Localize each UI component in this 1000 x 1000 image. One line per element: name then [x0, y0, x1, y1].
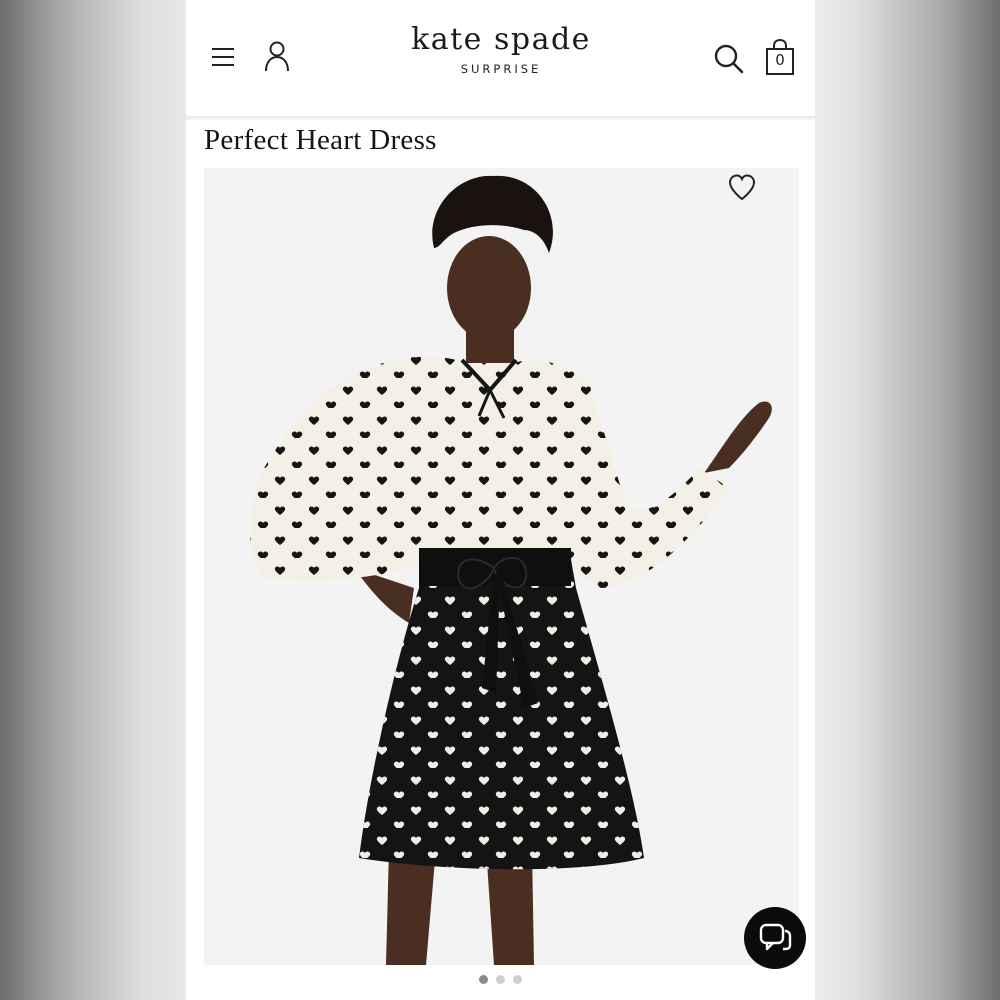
- brand-subtitle: SURPRISE: [460, 62, 542, 76]
- search-button[interactable]: [711, 41, 747, 77]
- menu-icon: [212, 48, 234, 66]
- brand-name: kate spade: [411, 22, 591, 57]
- pagination-dot-2[interactable]: [496, 975, 505, 984]
- bag-count: 0: [775, 51, 785, 69]
- chat-button[interactable]: [744, 907, 806, 969]
- pagination-dot-3[interactable]: [513, 975, 522, 984]
- account-icon: [265, 41, 289, 72]
- chat-icon: [759, 923, 792, 951]
- product-title: Perfect Heart Dress: [204, 124, 437, 156]
- product-image[interactable]: [204, 168, 799, 965]
- brand-logo[interactable]: kate spade SURPRISE: [376, 22, 626, 76]
- favorite-button[interactable]: [724, 171, 760, 203]
- menu-button[interactable]: [206, 40, 240, 74]
- pagination-dot-1[interactable]: [479, 975, 488, 984]
- search-icon: [714, 44, 744, 74]
- site-header: kate spade SURPRISE 0: [186, 0, 815, 116]
- image-pagination: [186, 975, 815, 989]
- dress-photo: [204, 168, 799, 965]
- account-button[interactable]: [259, 38, 295, 74]
- shopping-bag-button[interactable]: 0: [764, 38, 796, 76]
- heart-icon: [728, 174, 756, 201]
- mobile-viewport: kate spade SURPRISE 0 Perfect Heart Dres…: [186, 0, 815, 1000]
